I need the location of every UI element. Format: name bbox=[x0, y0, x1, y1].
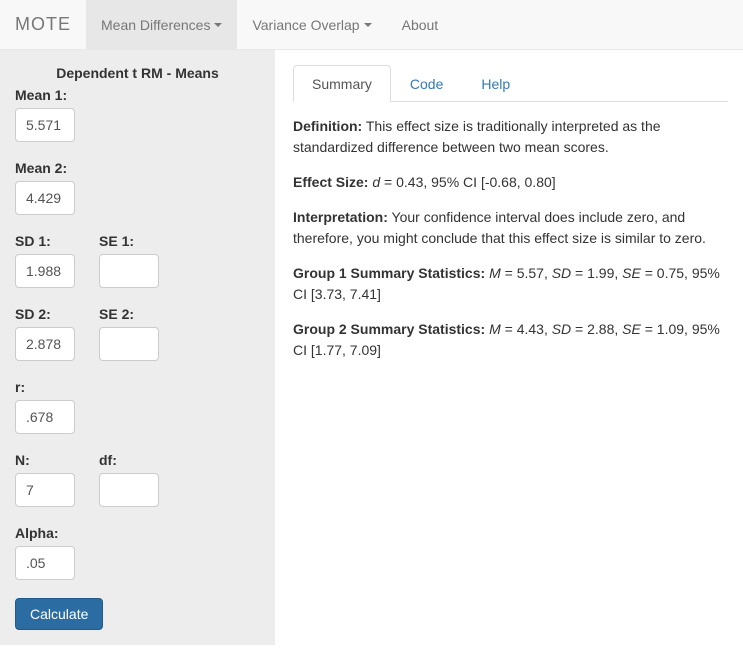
group2-paragraph: Group 2 Summary Statistics: M = 4.43, SD… bbox=[293, 319, 728, 361]
interpretation-paragraph: Interpretation: Your confidence interval… bbox=[293, 207, 728, 249]
tab-summary[interactable]: Summary bbox=[293, 65, 391, 102]
se2-input[interactable] bbox=[99, 327, 159, 361]
nav-label: About bbox=[402, 17, 439, 33]
mean2-input[interactable] bbox=[15, 181, 75, 215]
sd2-input[interactable] bbox=[15, 327, 75, 361]
group1-paragraph: Group 1 Summary Statistics: M = 5.57, SD… bbox=[293, 263, 728, 305]
nav-variance-overlap[interactable]: Variance Overlap bbox=[237, 0, 386, 49]
r-input[interactable] bbox=[15, 400, 75, 434]
summary-content: Definition: This effect size is traditio… bbox=[293, 116, 728, 361]
group1-label: Group 1 Summary Statistics: bbox=[293, 265, 485, 281]
stat-symbol: SD bbox=[552, 321, 571, 337]
calculate-button[interactable]: Calculate bbox=[15, 598, 103, 630]
main-panel: Summary Code Help Definition: This effec… bbox=[275, 50, 743, 645]
alpha-input[interactable] bbox=[15, 546, 75, 580]
alpha-label: Alpha: bbox=[15, 525, 260, 541]
app-brand: MOTE bbox=[0, 0, 86, 49]
tab-bar: Summary Code Help bbox=[293, 65, 728, 102]
r-label: r: bbox=[15, 379, 260, 395]
stat-symbol: M bbox=[489, 265, 501, 281]
caret-down-icon bbox=[364, 23, 372, 27]
se1-label: SE 1: bbox=[99, 233, 159, 249]
mean2-label: Mean 2: bbox=[15, 160, 260, 176]
tab-code[interactable]: Code bbox=[391, 65, 462, 102]
sidebar: Dependent t RM - Means Mean 1: Mean 2: S… bbox=[0, 50, 275, 645]
stat-symbol: d bbox=[372, 174, 380, 190]
stat-symbol: SD bbox=[552, 265, 571, 281]
interpretation-label: Interpretation: bbox=[293, 209, 388, 225]
sd1-input[interactable] bbox=[15, 254, 75, 288]
caret-down-icon bbox=[214, 23, 222, 27]
df-input[interactable] bbox=[99, 473, 159, 507]
effect-size-paragraph: Effect Size: d = 0.43, 95% CI [-0.68, 0.… bbox=[293, 172, 728, 193]
group2-label: Group 2 Summary Statistics: bbox=[293, 321, 485, 337]
effect-size-label: Effect Size: bbox=[293, 174, 368, 190]
nav-about[interactable]: About bbox=[387, 0, 454, 49]
sd2-label: SD 2: bbox=[15, 306, 75, 322]
sidebar-title: Dependent t RM - Means bbox=[15, 65, 260, 81]
mean1-input[interactable] bbox=[15, 108, 75, 142]
sd1-label: SD 1: bbox=[15, 233, 75, 249]
nav-label: Mean Differences bbox=[101, 17, 210, 33]
tab-help[interactable]: Help bbox=[462, 65, 529, 102]
navbar: MOTE Mean Differences Variance Overlap A… bbox=[0, 0, 743, 50]
definition-label: Definition: bbox=[293, 118, 362, 134]
stat-symbol: M bbox=[489, 321, 501, 337]
nav-mean-differences[interactable]: Mean Differences bbox=[86, 0, 237, 49]
se2-label: SE 2: bbox=[99, 306, 159, 322]
stat-symbol: SE bbox=[622, 321, 641, 337]
definition-paragraph: Definition: This effect size is traditio… bbox=[293, 116, 728, 158]
mean1-label: Mean 1: bbox=[15, 87, 260, 103]
effect-size-text: = 0.43, 95% CI [-0.68, 0.80] bbox=[380, 174, 556, 190]
nav-label: Variance Overlap bbox=[252, 17, 359, 33]
df-label: df: bbox=[99, 452, 159, 468]
n-input[interactable] bbox=[15, 473, 75, 507]
se1-input[interactable] bbox=[99, 254, 159, 288]
stat-symbol: SE bbox=[622, 265, 641, 281]
n-label: N: bbox=[15, 452, 75, 468]
